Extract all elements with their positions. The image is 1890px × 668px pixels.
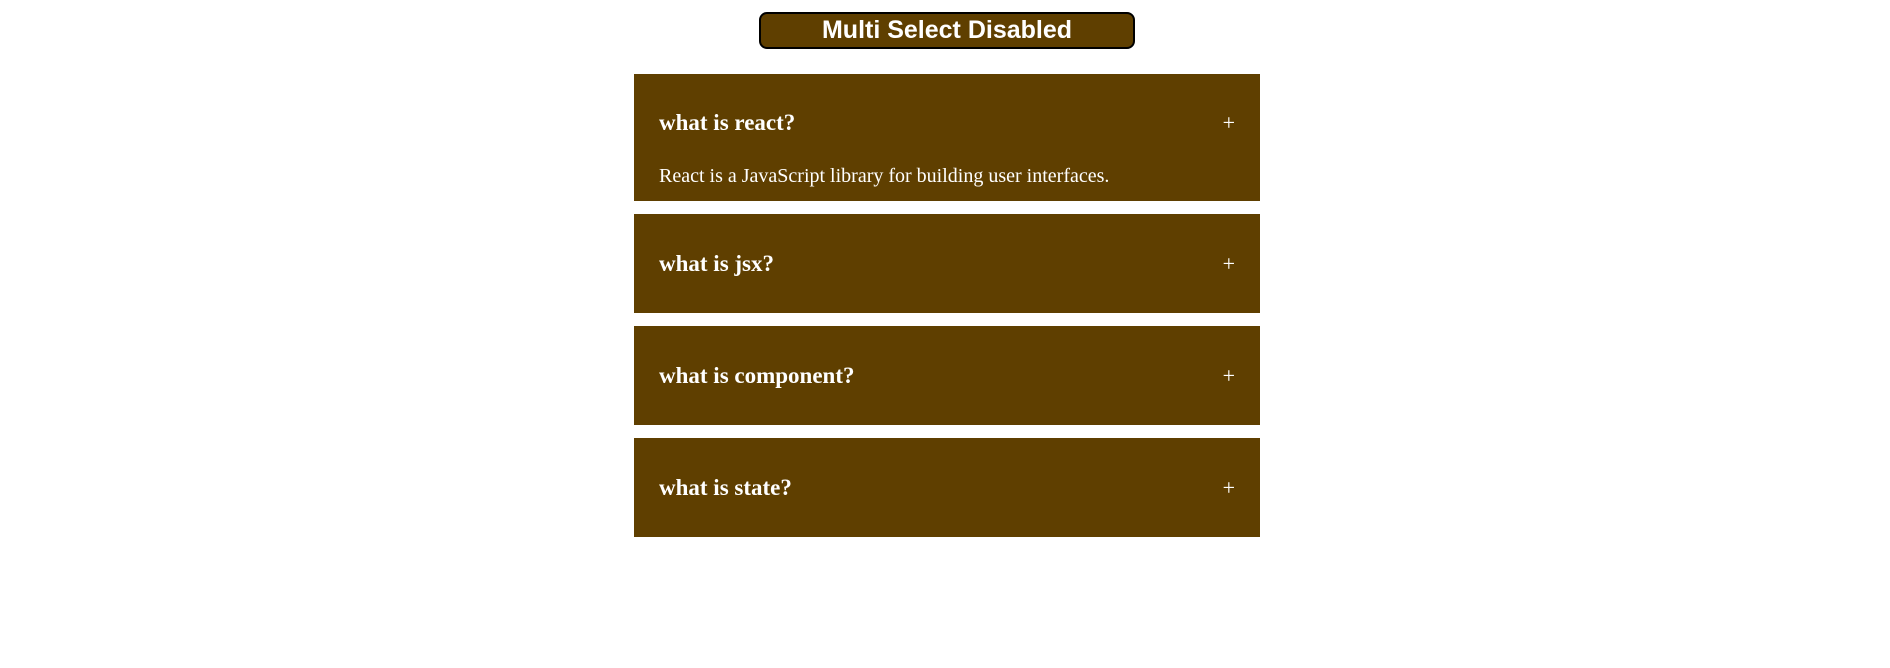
accordion-item-react: what is react? + React is a JavaScript l… (634, 74, 1260, 201)
accordion-item-component: what is component? + (634, 326, 1260, 425)
accordion: what is react? + React is a JavaScript l… (634, 74, 1260, 550)
plus-icon[interactable]: + (1223, 110, 1235, 136)
plus-icon[interactable]: + (1223, 363, 1235, 389)
accordion-header-jsx[interactable]: what is jsx? + (634, 214, 1260, 313)
accordion-header-component[interactable]: what is component? + (634, 326, 1260, 425)
accordion-header-react[interactable]: what is react? + (634, 74, 1260, 172)
question-text: what is react? (659, 110, 796, 135)
plus-icon[interactable]: + (1223, 475, 1235, 501)
answer-text: React is a JavaScript library for buildi… (659, 165, 1110, 187)
accordion-item-state: what is state? + (634, 438, 1260, 537)
question-text: what is jsx? (659, 250, 775, 276)
question-text: what is state? (659, 474, 792, 500)
question-text: what is component? (659, 362, 855, 388)
accordion-header-state[interactable]: what is state? + (634, 438, 1260, 537)
plus-icon[interactable]: + (1223, 251, 1235, 277)
multi-select-toggle-button[interactable]: Multi Select Disabled (759, 12, 1135, 49)
page: Multi Select Disabled what is react? + R… (0, 0, 1890, 668)
accordion-item-jsx: what is jsx? + (634, 214, 1260, 313)
